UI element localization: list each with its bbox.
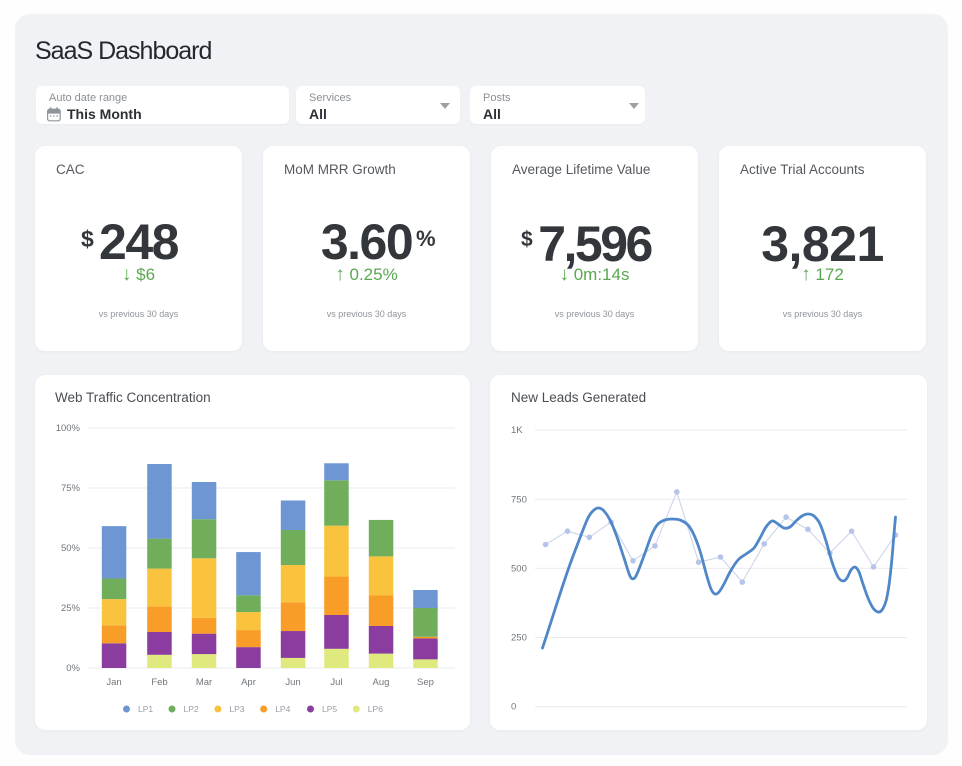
svg-text:Aug: Aug	[373, 677, 390, 688]
svg-text:Sep: Sep	[417, 677, 434, 688]
svg-text:50%: 50%	[61, 543, 81, 554]
svg-text:Jun: Jun	[285, 677, 300, 688]
svg-text:75%: 75%	[61, 483, 81, 494]
svg-text:1K: 1K	[511, 425, 523, 436]
svg-text:250: 250	[511, 633, 527, 644]
svg-text:500: 500	[511, 563, 527, 574]
svg-text:Feb: Feb	[151, 677, 167, 688]
svg-text:LP5: LP5	[322, 704, 337, 714]
svg-text:LP2: LP2	[184, 704, 199, 714]
svg-text:100%: 100%	[56, 423, 81, 434]
svg-text:LP3: LP3	[229, 704, 244, 714]
svg-text:LP4: LP4	[275, 704, 290, 714]
svg-text:LP6: LP6	[368, 704, 383, 714]
svg-text:Apr: Apr	[241, 677, 256, 688]
svg-text:Jan: Jan	[106, 677, 121, 688]
svg-text:Mar: Mar	[196, 677, 212, 688]
svg-text:LP1: LP1	[138, 704, 153, 714]
svg-text:0: 0	[511, 702, 516, 713]
svg-text:25%: 25%	[61, 603, 81, 614]
svg-text:0%: 0%	[66, 663, 80, 674]
svg-text:Jul: Jul	[330, 677, 342, 688]
svg-text:750: 750	[511, 494, 527, 505]
